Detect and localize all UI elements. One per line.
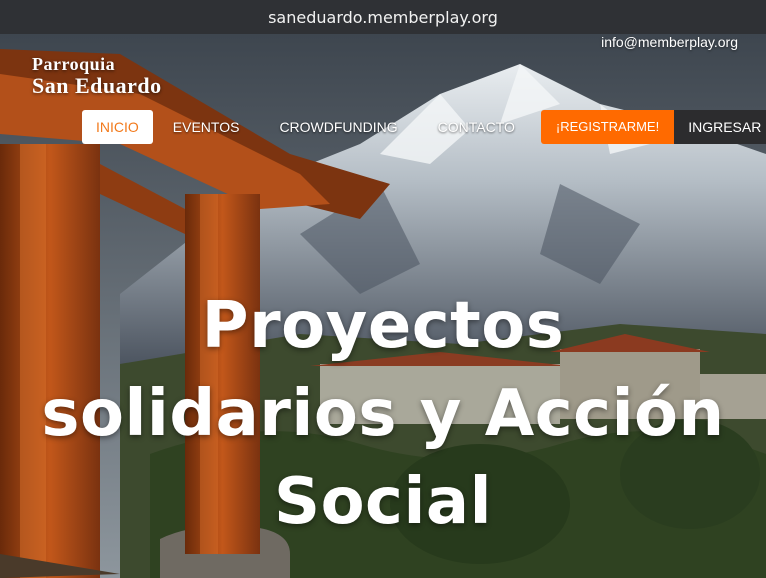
site-logo[interactable]: Parroquia San Eduardo (32, 54, 162, 99)
logo-line-1: Parroquia (32, 54, 116, 74)
nav-item-contacto[interactable]: CONTACTO (418, 110, 535, 144)
hero-headline: Proyectos solidarios y Acción Social (0, 282, 766, 546)
headline-line-3: Social (273, 465, 493, 539)
register-button[interactable]: ¡REGISTRARME! (540, 110, 675, 144)
nav-item-inicio[interactable]: INICIO (82, 110, 153, 144)
headline-line-2: solidarios y Acción (41, 377, 725, 451)
hero-banner: info@memberplay.org Parroquia San Eduard… (0, 34, 766, 578)
contact-email[interactable]: info@memberplay.org (601, 34, 738, 50)
logo-line-2: San Eduardo (32, 73, 162, 98)
login-button[interactable]: INGRESAR (674, 110, 766, 144)
address-bar-url: saneduardo.memberplay.org (268, 7, 498, 27)
headline-line-1: Proyectos (201, 289, 565, 363)
nav-item-crowdfunding[interactable]: CROWDFUNDING (259, 110, 417, 144)
nav-item-eventos[interactable]: EVENTOS (153, 110, 260, 144)
address-bar[interactable]: saneduardo.memberplay.org (0, 0, 766, 34)
main-nav: INICIO EVENTOS CROWDFUNDING CONTACTO ¡RE… (82, 110, 766, 144)
